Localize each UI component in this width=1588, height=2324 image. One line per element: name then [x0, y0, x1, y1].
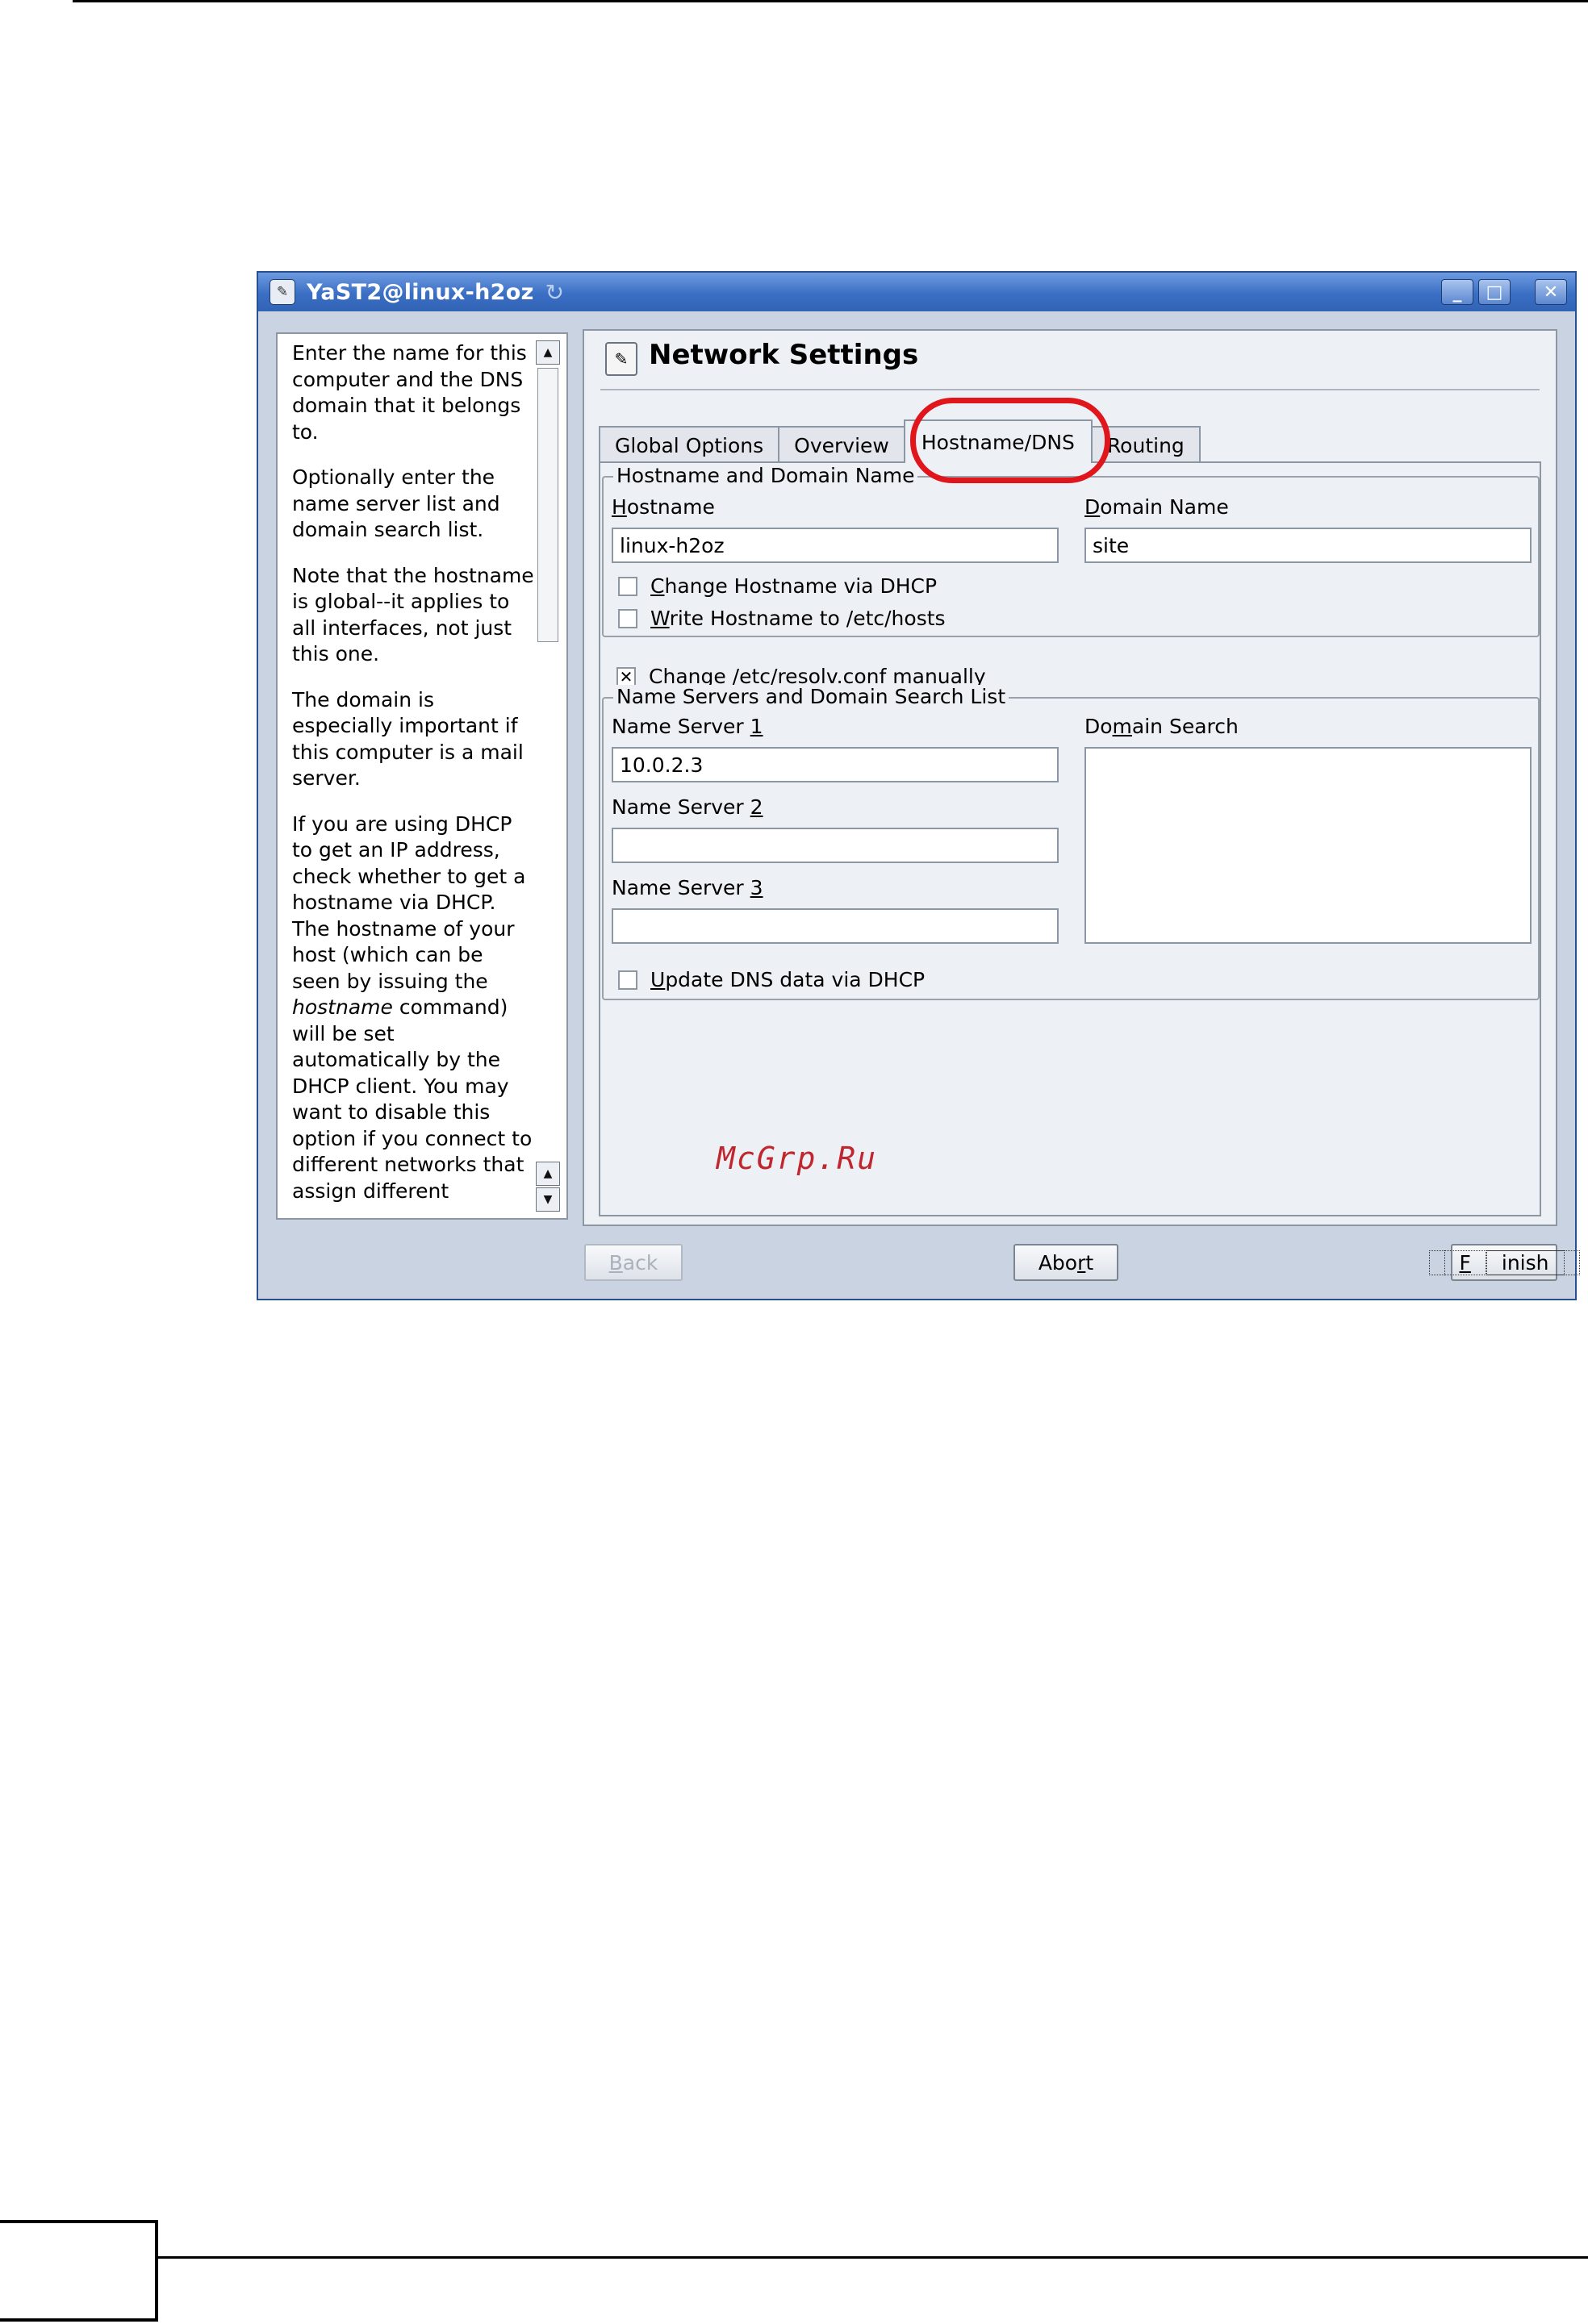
window-title: YaST2@linux-h2oz [307, 279, 534, 305]
label-text: Name Server [612, 876, 750, 899]
hostname-input[interactable]: linux-h2oz [612, 528, 1059, 563]
label-text: pdate DNS data via DHCP [665, 968, 926, 991]
scroll-down-icon[interactable]: ▼ [536, 1187, 560, 1212]
checkbox-label: Update DNS data via DHCP [650, 968, 925, 991]
mnemonic: U [650, 968, 666, 991]
back-button[interactable]: Back [584, 1244, 683, 1281]
hostname-domain-group: Hostname and Domain Name Hostname linux-… [602, 464, 1540, 637]
maximize-button[interactable]: □ [1478, 279, 1511, 305]
opensuse-logo-icon: ↻ [545, 278, 565, 306]
write-hostname-hosts-checkbox[interactable]: Write Hostname to /etc/hosts [618, 607, 946, 630]
button-label: inish [1486, 1250, 1565, 1275]
help-pane[interactable]: Enter the name for this computer and the… [276, 332, 568, 1220]
yast-window: ✎ YaST2@linux-h2oz ↻ _ □ ✕ Enter the nam… [257, 271, 1580, 1300]
checkbox-box[interactable] [618, 608, 637, 628]
name-server-1-label: Name Server 1 [612, 715, 763, 738]
mnemonic: D [1084, 495, 1101, 519]
name-server-2-input[interactable] [612, 828, 1059, 863]
mnemonic: H [612, 495, 627, 519]
mnemonic: 2 [750, 795, 763, 819]
domain-search-label: Domain Search [1084, 715, 1239, 738]
yast-app-icon: ✎ [270, 279, 295, 305]
close-button[interactable]: ✕ [1535, 279, 1567, 305]
label-text: Name Server [612, 795, 750, 819]
mnemonic: B [608, 1250, 623, 1275]
button-label: ack [622, 1250, 658, 1275]
hostname-label: Hostname [612, 495, 715, 519]
name-server-1-input[interactable]: 10.0.2.3 [612, 747, 1059, 782]
help-text-emphasis: hostname [292, 995, 393, 1019]
tab-overview[interactable]: Overview [778, 426, 905, 463]
help-text-run: command) will be set automatically by th… [292, 995, 533, 1203]
network-settings-icon: ✎ [605, 342, 637, 376]
help-scrollbar[interactable]: ▲ ▲ ▼ [536, 340, 560, 1212]
button-label: Abo [1038, 1250, 1078, 1275]
label-text: omain Name [1100, 495, 1229, 519]
change-hostname-dhcp-checkbox[interactable]: Change Hostname via DHCP [618, 574, 937, 598]
help-paragraph: The domain is especially important if th… [292, 687, 524, 791]
group-legend: Name Servers and Domain Search List [613, 685, 1009, 708]
help-paragraph: Optionally enter the name server list an… [292, 465, 500, 541]
checkbox-box[interactable] [618, 576, 637, 596]
page-number-box [0, 2220, 158, 2322]
button-label: t [1085, 1250, 1094, 1275]
domain-search-textarea[interactable] [1084, 747, 1532, 944]
mnemonic: 3 [750, 876, 763, 899]
abort-button[interactable]: Abo r t [1013, 1244, 1118, 1281]
domain-name-label: Domain Name [1084, 495, 1229, 519]
label-text: rite Hostname to /etc/hosts [669, 607, 946, 630]
name-server-3-input[interactable] [612, 908, 1059, 944]
name-server-2-label: Name Server 2 [612, 795, 763, 819]
watermark-text: McGrp.Ru [717, 1141, 878, 1176]
page-top-rule [73, 0, 1588, 2]
finish-button[interactable]: Finish [1428, 1244, 1580, 1281]
mnemonic: W [650, 607, 670, 630]
highlight-annotation [910, 398, 1110, 483]
update-dns-dhcp-checkbox[interactable]: Update DNS data via DHCP [618, 968, 925, 991]
label-text: Do [1084, 715, 1113, 738]
mnemonic: 1 [750, 715, 763, 738]
mnemonic: F [1444, 1250, 1486, 1275]
window-titlebar[interactable]: ✎ YaST2@linux-h2oz ↻ _ □ ✕ [258, 273, 1575, 311]
scroll-up-icon[interactable]: ▲ [536, 340, 560, 365]
help-paragraph: Enter the name for this computer and the… [292, 341, 527, 444]
help-text-run: If you are using DHCP to get an IP addre… [292, 812, 526, 993]
name-server-3-label: Name Server 3 [612, 876, 763, 899]
checkbox-label: Write Hostname to /etc/hosts [650, 607, 946, 630]
help-paragraph: Note that the hostname is global--it app… [292, 563, 534, 666]
group-legend: Hostname and Domain Name [613, 464, 918, 487]
page-bottom-rule [158, 2256, 1588, 2259]
scrollbar-thumb[interactable] [537, 368, 558, 642]
label-text: Name Server [612, 715, 750, 738]
minimize-button[interactable]: _ [1441, 279, 1473, 305]
checkbox-checked[interactable]: ✕ [616, 666, 636, 686]
help-text: Enter the name for this computer and the… [292, 340, 534, 1218]
checkbox-box[interactable] [618, 970, 637, 990]
scroll-up-icon[interactable]: ▲ [536, 1162, 560, 1186]
tab-panel-hostname-dns: Hostname and Domain Name Hostname linux-… [599, 461, 1541, 1216]
name-servers-group: Name Servers and Domain Search List Name… [602, 685, 1540, 1000]
mnemonic: C [650, 574, 665, 598]
checkbox-label: Change Hostname via DHCP [650, 574, 937, 598]
label-text: hange Hostname via DHCP [664, 574, 938, 598]
mnemonic: r [1077, 1250, 1086, 1275]
label-text: ostname [626, 495, 715, 519]
mnemonic: m [1112, 715, 1132, 738]
label-text: ain Search [1131, 715, 1239, 738]
main-pane: ✎ Network Settings Global Options Overvi… [583, 329, 1557, 1226]
title-divider [600, 389, 1540, 390]
help-paragraph-dhcp: If you are using DHCP to get an IP addre… [292, 812, 534, 1205]
button-label-frame: Finish [1428, 1250, 1580, 1275]
domain-name-input[interactable]: site [1084, 528, 1532, 563]
tab-global-options[interactable]: Global Options [599, 426, 780, 463]
page-title: Network Settings [649, 339, 919, 371]
